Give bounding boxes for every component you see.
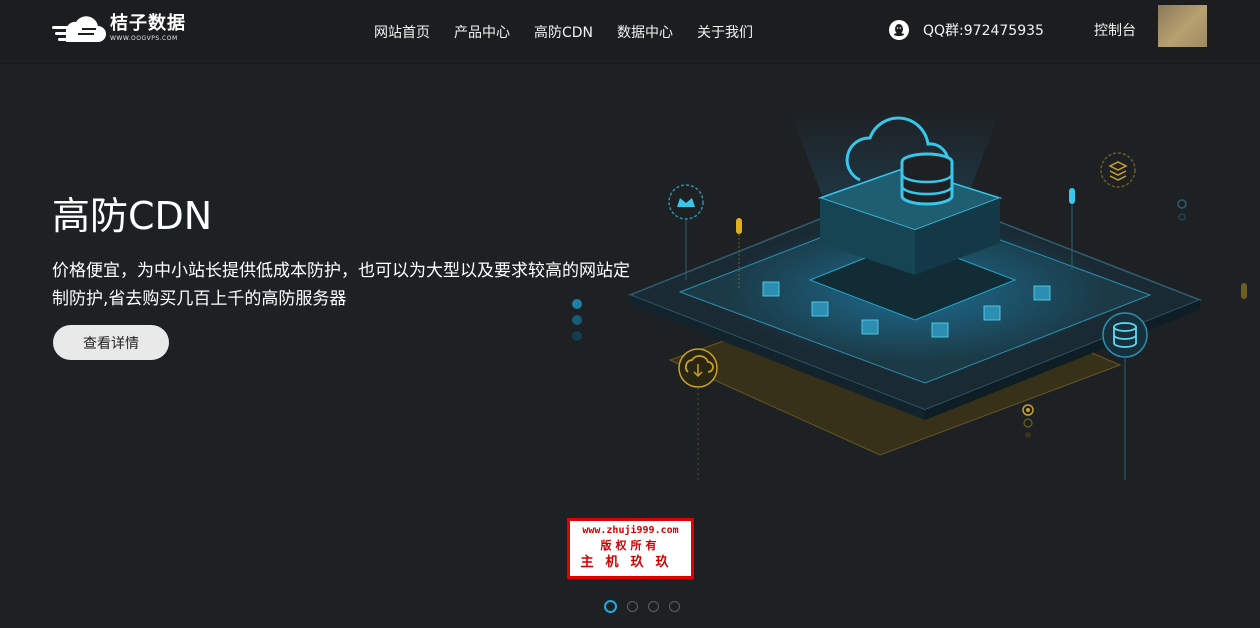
main-nav: 网站首页 产品中心 高防CDN 数据中心 关于我们	[362, 0, 765, 64]
hero-description: 价格便宜，为中小站长提供低成本防护，也可以为大型以及要求较高的网站定制防护,省去…	[52, 261, 630, 309]
brand-domain: WWW.OOGVPS.COM	[110, 35, 178, 42]
page: 桔子数据 WWW.OOGVPS.COM 网站首页 产品中心 高防CDN 数据中心…	[0, 0, 1260, 628]
nav-item-products[interactable]: 产品中心	[454, 22, 510, 42]
avatar[interactable]	[1158, 5, 1207, 47]
nav-item-datacenter[interactable]: 数据中心	[617, 22, 673, 42]
qq-group-text: QQ群:972475935	[923, 23, 1044, 39]
nav-item-about[interactable]: 关于我们	[697, 22, 753, 42]
watermark-copyright: 版权所有	[600, 539, 661, 552]
brand-logo[interactable]: 桔子数据 WWW.OOGVPS.COM	[52, 12, 192, 50]
qq-penguin-icon	[889, 20, 909, 40]
top-navbar: 桔子数据 WWW.OOGVPS.COM 网站首页 产品中心 高防CDN 数据中心…	[0, 0, 1260, 64]
qq-group-contact[interactable]: QQ群:972475935	[889, 18, 1044, 42]
watermark-site-name: 主机玖玖	[580, 555, 681, 570]
view-details-button[interactable]: 查看详情	[53, 325, 169, 360]
console-link[interactable]: 控制台	[1094, 20, 1136, 40]
nav-item-home[interactable]: 网站首页	[374, 22, 430, 42]
carousel-dot-3[interactable]	[648, 601, 659, 612]
carousel-dot-4[interactable]	[669, 601, 680, 612]
carousel-indicators	[604, 600, 690, 613]
hero-title: 高防CDN	[52, 194, 213, 238]
carousel-dot-2[interactable]	[627, 601, 638, 612]
cloud-speed-icon	[52, 16, 106, 42]
watermark-url: www.zhuji999.com	[582, 525, 679, 536]
cdn-server-illustration	[572, 110, 1247, 480]
carousel-dot-1[interactable]	[604, 600, 617, 613]
copyright-watermark: www.zhuji999.com 版权所有 主机玖玖	[567, 518, 694, 579]
nav-item-cdn[interactable]: 高防CDN	[534, 22, 593, 42]
brand-name: 桔子数据	[110, 13, 186, 34]
brand-text: 桔子数据 WWW.OOGVPS.COM	[110, 14, 186, 44]
